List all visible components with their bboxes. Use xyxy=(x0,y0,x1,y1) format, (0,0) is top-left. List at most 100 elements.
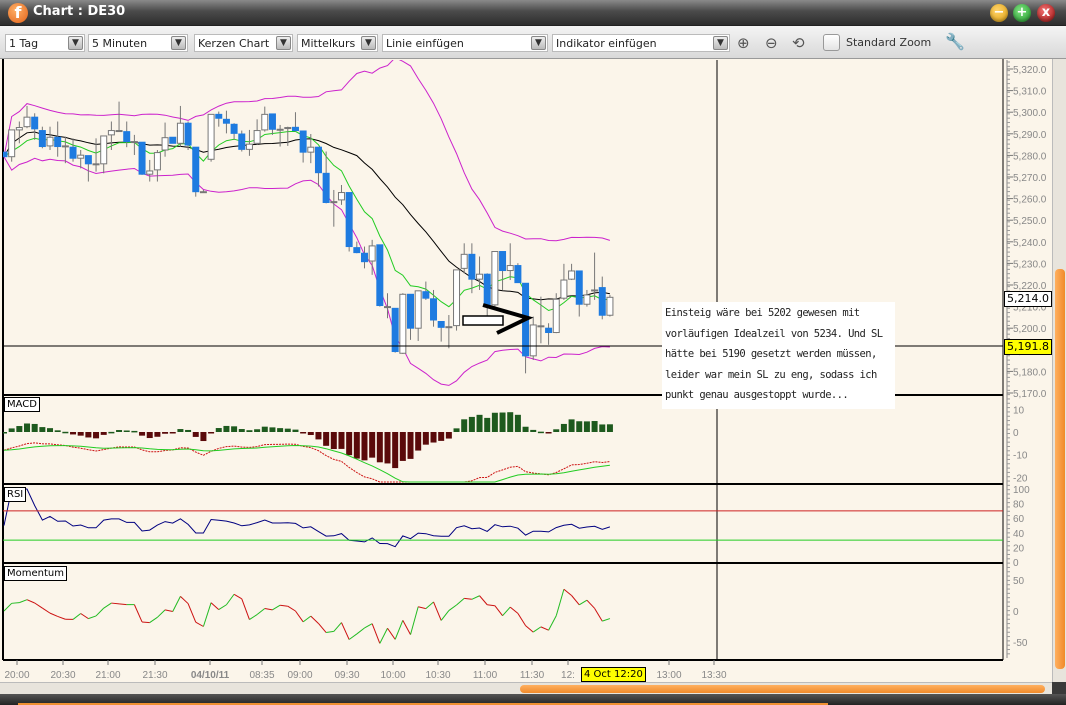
zoom-reset-icon[interactable]: ⟲ xyxy=(792,34,805,52)
bull-candle xyxy=(368,245,376,262)
vertical-scrollbar[interactable] xyxy=(1052,59,1066,682)
insert-line-select[interactable]: Linie einfügen ▼ xyxy=(382,34,548,52)
macd-histogram-bar xyxy=(254,429,261,432)
momentum-line-segment xyxy=(295,610,304,623)
title-bar[interactable]: f Chart : DE30 − + x xyxy=(0,0,1066,26)
rsi-tick-label: 20 xyxy=(1013,543,1025,554)
macd-histogram-bar xyxy=(231,426,238,432)
macd-histogram-bar xyxy=(208,432,215,434)
momentum-line-segment xyxy=(502,606,511,616)
momentum-line-segment xyxy=(333,622,342,632)
macd-histogram-bar xyxy=(116,430,123,432)
macd-histogram-bar xyxy=(407,432,414,459)
horizontal-scrollbar[interactable] xyxy=(0,682,1052,694)
bear-candle xyxy=(230,123,238,134)
bull-candle xyxy=(77,154,85,159)
macd-histogram-bar xyxy=(522,426,529,432)
chart-annotation-note[interactable]: Einsteig wäre bei 5202 gewesen mit vorlä… xyxy=(662,302,895,409)
macd-histogram-bar xyxy=(606,424,613,432)
momentum-line-segment xyxy=(571,595,580,606)
chevron-down-icon[interactable]: ▼ xyxy=(713,36,728,50)
vertical-scroll-thumb[interactable] xyxy=(1055,269,1065,669)
macd-histogram-bar xyxy=(223,425,230,432)
zoom-in-icon[interactable]: ⊕ xyxy=(737,34,750,52)
macd-tick-label: 10 xyxy=(1013,405,1025,416)
bear-candle xyxy=(360,252,368,263)
macd-histogram-bar xyxy=(146,432,153,439)
chevron-down-icon[interactable]: ▼ xyxy=(361,36,376,50)
chart-type-value: Kerzen Chart xyxy=(198,37,270,50)
time-tick-label: 10:00 xyxy=(380,670,405,681)
momentum-tick-label: -50 xyxy=(1013,638,1028,649)
macd-histogram-bar xyxy=(93,432,100,439)
macd-panel xyxy=(3,412,613,644)
bear-candle xyxy=(38,130,46,148)
macd-tick-label: -10 xyxy=(1013,451,1028,462)
momentum-line-segment xyxy=(95,607,105,617)
momentum-line-segment xyxy=(602,618,611,622)
chevron-down-icon[interactable]: ▼ xyxy=(171,36,186,50)
macd-histogram-bar xyxy=(476,414,483,432)
bull-candle xyxy=(583,294,591,305)
chart-area[interactable]: 5,320.0 5,310.0 5,300.0 5,290.0 5,280.0 5,270… xyxy=(0,59,1052,682)
rsi-tick-label: 60 xyxy=(1013,514,1025,525)
macd-histogram-bar xyxy=(169,432,176,434)
period-select[interactable]: 1 Tag ▼ xyxy=(5,34,85,52)
bear-candle xyxy=(169,136,177,144)
bear-candle xyxy=(499,251,507,272)
price-tick-label: 5,170.0 xyxy=(1013,389,1047,400)
bull-candle xyxy=(529,324,537,357)
minimize-button[interactable]: − xyxy=(990,4,1008,22)
momentum-line-segment xyxy=(341,622,350,640)
price-tick-label: 5,300.0 xyxy=(1013,108,1047,119)
macd-histogram-bar xyxy=(139,432,146,436)
zoom-out-icon[interactable]: ⊖ xyxy=(765,34,778,52)
chevron-down-icon[interactable]: ▼ xyxy=(68,36,83,50)
standard-zoom-checkbox[interactable] xyxy=(823,34,840,51)
close-button[interactable]: x xyxy=(1037,4,1055,22)
momentum-line-segment xyxy=(272,604,281,611)
price-type-select[interactable]: Mittelkurs ▼ xyxy=(297,34,378,52)
macd-histogram-bar xyxy=(545,432,552,434)
bear-candle xyxy=(299,130,307,153)
bull-candle xyxy=(115,130,123,133)
macd-histogram-bar xyxy=(461,419,468,432)
macd-histogram-bar xyxy=(599,424,606,432)
chevron-down-icon[interactable]: ▼ xyxy=(531,36,546,50)
momentum-line-segment xyxy=(487,604,495,607)
time-tick-label: 13:00 xyxy=(656,670,681,681)
price-tick-label: 5,240.0 xyxy=(1013,238,1047,249)
momentum-line-segment xyxy=(433,601,442,621)
maximize-button[interactable]: + xyxy=(1013,4,1031,22)
bull-candle xyxy=(460,253,468,269)
bull-candle xyxy=(552,298,560,334)
wrench-icon[interactable]: 🔧 xyxy=(945,32,965,51)
insert-indicator-select[interactable]: Indikator einfügen ▼ xyxy=(552,34,730,52)
momentum-line-segment xyxy=(119,603,127,606)
macd-histogram-bar xyxy=(315,432,322,440)
bear-candle xyxy=(598,287,606,316)
price-tick-label: 5,230.0 xyxy=(1013,259,1047,270)
interval-select[interactable]: 5 Minuten ▼ xyxy=(88,34,188,52)
price-tick-label: 5,200.0 xyxy=(1013,324,1047,335)
macd-histogram-bar xyxy=(292,429,299,432)
chevron-down-icon[interactable]: ▼ xyxy=(276,36,291,50)
momentum-tick-label: 50 xyxy=(1013,576,1025,587)
chart-type-select[interactable]: Kerzen Chart ▼ xyxy=(194,34,293,52)
insert-line-value: Linie einfügen xyxy=(386,37,464,50)
time-tick-label: 12: xyxy=(561,670,575,681)
crosshair-price-tag: 5,191.8 xyxy=(1004,339,1052,355)
time-tick-label: 11:00 xyxy=(473,670,498,681)
horizontal-scroll-thumb[interactable] xyxy=(520,685,1045,693)
momentum-line-segment xyxy=(19,599,28,604)
macd-histogram-bar xyxy=(491,412,498,432)
macd-histogram-bar xyxy=(399,432,406,461)
bear-candle xyxy=(54,136,62,148)
macd-histogram-bar xyxy=(70,432,77,435)
momentum-line-segment xyxy=(72,613,82,620)
bull-candle xyxy=(307,146,315,153)
macd-histogram-bar xyxy=(392,432,399,469)
macd-histogram-bar xyxy=(330,432,337,450)
toolbar: 1 Tag ▼ 5 Minuten ▼ Kerzen Chart ▼ Mittelku… xyxy=(0,26,1066,59)
bear-candle xyxy=(84,155,92,165)
